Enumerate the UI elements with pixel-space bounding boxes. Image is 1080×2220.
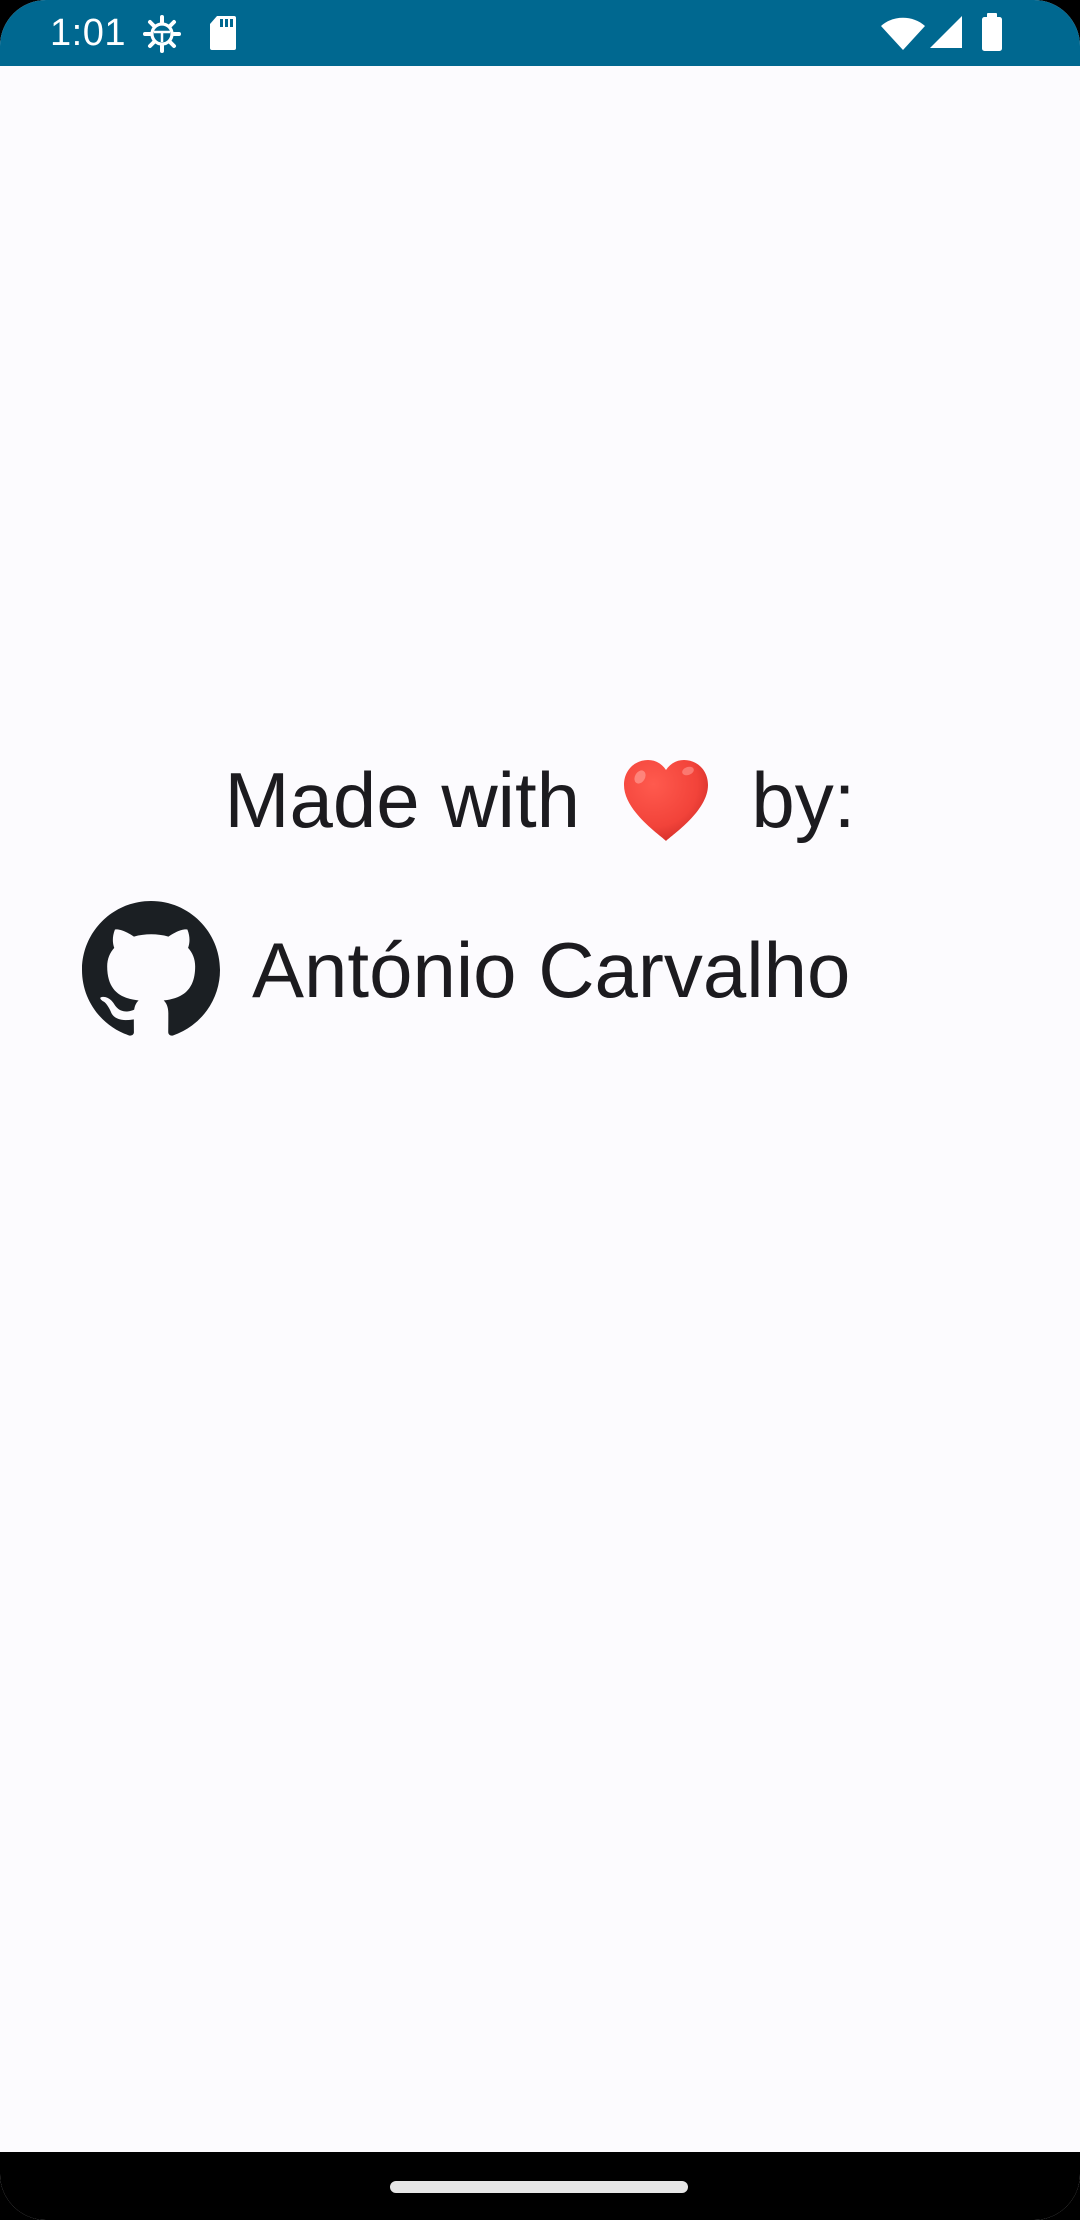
made-with-prefix: Made with [224,756,581,844]
status-time: 1:01 [50,12,126,54]
sd-card-icon [210,16,236,50]
github-icon[interactable] [82,901,220,1039]
author-name[interactable]: António Carvalho [252,920,850,1020]
author-link[interactable]: António Carvalho [82,900,850,1040]
navigation-bar [0,2152,1080,2220]
heart-icon [623,760,708,842]
app-screen: 1:01 Made with by: António Carvalho [0,0,1080,2220]
made-with-line: Made with by: [0,750,1080,855]
battery-icon [982,13,1002,51]
made-with-suffix: by: [751,756,856,844]
gear-icon [143,15,181,53]
wifi-icon [881,17,925,50]
status-bar: 1:01 [0,0,1080,66]
signal-icon [930,16,962,48]
credits-screen: Made with by: António Carvalho [0,66,1080,2152]
home-gesture-handle[interactable] [390,2181,688,2193]
